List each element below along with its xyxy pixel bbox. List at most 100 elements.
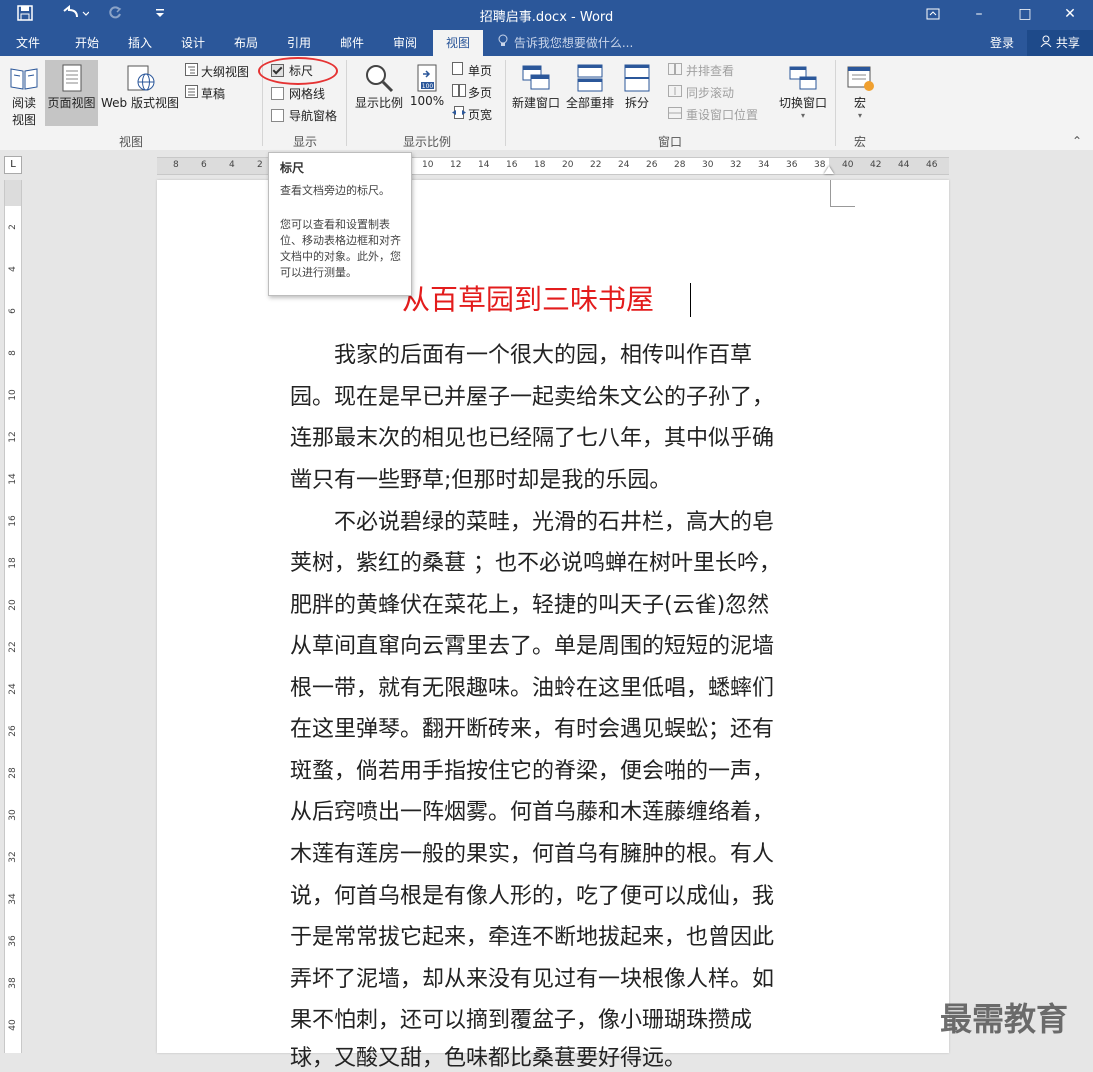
outline-label: 大纲视图 [201, 65, 250, 79]
tab-design[interactable]: 设计 [169, 30, 217, 56]
tab-review[interactable]: 审阅 [381, 30, 429, 56]
body-line[interactable]: 于是常常拔它起来，牵连不断地拔起来，也曾因此 [290, 919, 774, 951]
ruler-tooltip: 标尺 查看文档旁边的标尺。 您可以查看和设置制表位、移动表格边框和对齐文档中的对… [268, 152, 412, 296]
body-line[interactable]: 斑蝥，倘若用手指按住它的脊梁，便会啪的一声， [290, 753, 774, 785]
ruler-tick: 30 [8, 809, 18, 821]
body-line[interactable]: 果不怕刺，还可以摘到覆盆子，像小珊瑚珠攒成 [290, 1002, 752, 1034]
arrange-all-icon [574, 62, 606, 94]
ribbon-display-options-icon[interactable] [910, 0, 956, 30]
highlight-ring [258, 57, 338, 85]
ruler-tick: 34 [8, 893, 18, 905]
ruler-tick: 30 [702, 160, 714, 170]
tooltip-description: 查看文档旁边的标尺。 [280, 184, 390, 197]
body-line[interactable]: 从后窍喷出一阵烟雾。何首乌藤和木莲藤缠络着， [290, 794, 774, 826]
tab-file[interactable]: 文件 [4, 30, 52, 56]
tab-references[interactable]: 引用 [275, 30, 323, 56]
group-separator [835, 60, 836, 146]
one-page-button[interactable]: 单页 [452, 61, 492, 81]
tab-home[interactable]: 开始 [62, 30, 112, 56]
new-window-button[interactable]: 新建窗口 [509, 60, 563, 126]
ruler-tick: 44 [898, 160, 910, 170]
split-label: 拆分 [624, 96, 649, 110]
share-label: 共享 [1055, 36, 1080, 50]
tab-mailings[interactable]: 邮件 [328, 30, 376, 56]
document-title[interactable]: 从百草园到三味书屋 [402, 278, 654, 318]
navigation-pane-checkbox[interactable]: 导航窗格 [271, 106, 337, 126]
body-line[interactable]: 球，又酸又甜，色味都比桑葚要好得远。 [290, 1040, 686, 1072]
tab-insert[interactable]: 插入 [116, 30, 164, 56]
magnifier-icon [363, 62, 395, 94]
window-group-label: 窗口 [657, 135, 682, 149]
page-width-button[interactable]: 页宽 [452, 105, 492, 125]
macros-button[interactable]: 宏 ▾ [840, 60, 880, 126]
ruler-tick: 8 [173, 160, 179, 170]
new-window-label: 新建窗口 [511, 96, 560, 110]
body-line[interactable]: 木莲有莲房一般的果实，何首乌有臃肿的根。有人 [290, 836, 774, 868]
vertical-ruler[interactable]: 2 4 6 8 10 12 14 16 18 20 22 24 26 28 30… [4, 180, 22, 1053]
right-indent-marker-icon[interactable] [824, 166, 834, 174]
maximize-button[interactable]: □ [1002, 0, 1048, 30]
ruler-tick: 4 [8, 266, 18, 272]
web-layout-button[interactable]: Web 版式视图 [99, 60, 181, 126]
outline-icon [185, 62, 201, 82]
tab-selector[interactable]: L [4, 156, 22, 174]
ruler-tick: 10 [422, 160, 434, 170]
ruler-tick: 2 [257, 160, 263, 170]
close-button[interactable]: ✕ [1047, 0, 1093, 30]
sign-in-link[interactable]: 登录 [990, 30, 1014, 56]
body-line[interactable]: 肥胖的黄蜂伏在菜花上，轻捷的叫天子(云雀)忽然 [290, 587, 769, 619]
body-line[interactable]: 我家的后面有一个很大的园，相传叫作百草 [290, 337, 752, 369]
reset-window-position-button[interactable]: 重设窗口位置 [668, 105, 758, 125]
body-line[interactable]: 弄坏了泥墙，却从来没有见过有一块根像人样。如 [290, 961, 774, 993]
body-line[interactable]: 凿只有一些野草;但那时却是我的乐园。 [290, 462, 671, 494]
ruler-tick: 6 [8, 308, 18, 314]
outline-view-button[interactable]: 大纲视图 [185, 62, 249, 82]
share-button[interactable]: 共享 [1027, 30, 1093, 56]
gridlines-checkbox[interactable]: 网格线 [271, 84, 325, 104]
body-line[interactable]: 说，何首乌根是有像人形的，吃了便可以成仙，我 [290, 878, 774, 910]
switch-windows-chevron-down-icon: ▾ [800, 111, 805, 120]
body-line[interactable]: 根一带，就有无限趣味。油蛉在这里低唱，蟋蟀们 [290, 670, 774, 702]
ruler-tick: 18 [8, 557, 18, 569]
lightbulb-icon [498, 30, 510, 56]
ruler-tick: 40 [842, 160, 854, 170]
body-line[interactable]: 不必说碧绿的菜畦，光滑的石井栏，高大的皂 [290, 504, 774, 536]
macros-chevron-down-icon: ▾ [857, 111, 862, 120]
zoom-group-label: 显示比例 [402, 135, 451, 149]
top-margin-area [5, 180, 21, 206]
one-page-icon [452, 61, 468, 81]
body-line[interactable]: 连那最末次的相见也已经隔了七八年，其中似乎确 [290, 420, 774, 452]
multiple-pages-button[interactable]: 多页 [452, 83, 492, 103]
split-button[interactable]: 拆分 [618, 60, 656, 126]
draft-view-button[interactable]: 草稿 [185, 84, 225, 104]
zoom-button[interactable]: 显示比例 [352, 60, 406, 126]
zoom-100-button[interactable]: 100 100% [407, 60, 447, 126]
ruler-tick: 32 [8, 851, 18, 863]
arrange-all-button[interactable]: 全部重排 [564, 60, 616, 126]
print-layout-label: 页面视图 [47, 96, 96, 110]
page-100-icon: 100 [411, 62, 443, 94]
print-layout-button[interactable]: 页面视图 [45, 60, 98, 126]
ruler-tick: 24 [8, 683, 18, 695]
minimize-button[interactable]: – [956, 0, 1002, 30]
ruler-tick: 18 [534, 160, 546, 170]
page-width-icon [452, 105, 468, 125]
ruler-tick: 14 [8, 473, 18, 485]
synchronous-scrolling-button[interactable]: 同步滚动 [668, 83, 734, 103]
body-line[interactable]: 在这里弹琴。翻开断砖来，有时会遇见蜈蚣；还有 [290, 711, 774, 743]
ruler-tick: 34 [758, 160, 770, 170]
ruler-tick: 28 [8, 767, 18, 779]
view-side-by-side-button[interactable]: 并排查看 [668, 61, 734, 81]
macros-group-label: 宏 [853, 135, 866, 149]
body-line[interactable]: 荚树，紫红的桑葚 ；也不必说鸣蝉在树叶里长吟， [290, 545, 781, 577]
tell-me-box[interactable]: 告诉我您想要做什么... [498, 30, 633, 56]
tab-view[interactable]: 视图 [433, 30, 483, 56]
collapse-ribbon-chevron-icon[interactable]: ⌃ [1072, 134, 1082, 148]
ruler-tick: 36 [786, 160, 798, 170]
tab-layout[interactable]: 布局 [222, 30, 270, 56]
switch-windows-icon [787, 62, 819, 94]
body-line[interactable]: 园。现在是早已并屋子一起卖给朱文公的子孙了， [290, 379, 774, 411]
switch-windows-button[interactable]: 切换窗口 ▾ [774, 60, 832, 126]
body-line[interactable]: 从草间直窜向云霄里去了。单是周围的短短的泥墙 [290, 628, 774, 660]
read-mode-button[interactable]: 阅读 视图 [4, 60, 44, 127]
